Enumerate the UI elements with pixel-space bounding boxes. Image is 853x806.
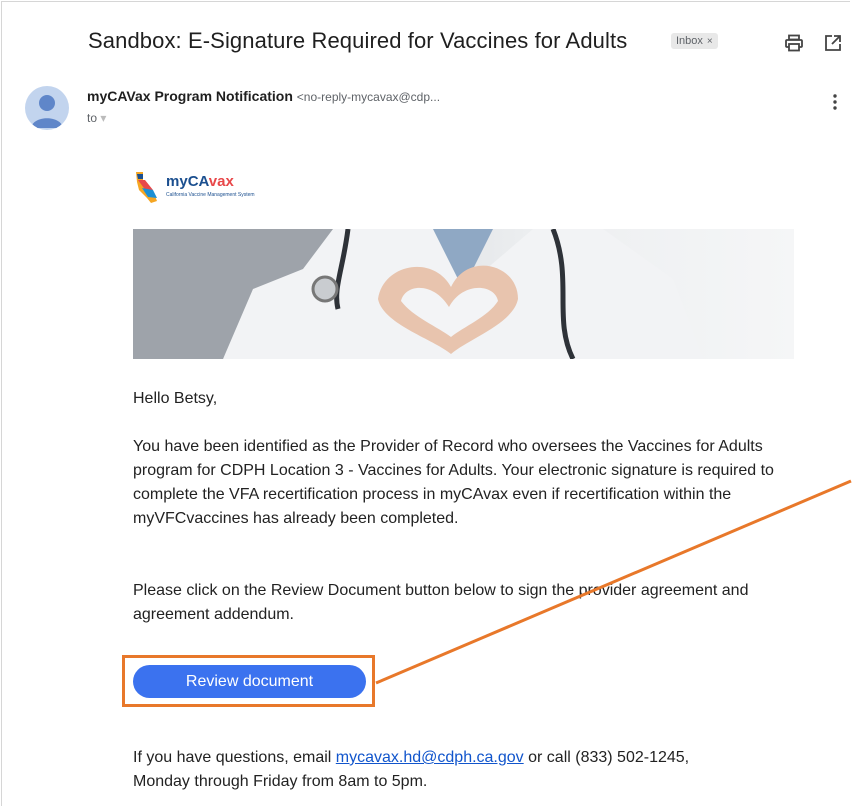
greeting: Hello Betsy, xyxy=(133,390,218,407)
mycavax-logo: myCAvax California Vaccine Management Sy… xyxy=(133,170,283,206)
logo-tagline: California Vaccine Management System xyxy=(166,192,255,198)
sender-line: myCAVax Program Notification <no-reply-m… xyxy=(87,88,440,104)
hero-image-doctor-heart-hands xyxy=(133,229,794,359)
open-in-new-window-icon[interactable] xyxy=(823,33,843,53)
remove-label-icon[interactable]: × xyxy=(707,36,713,47)
more-vert-icon[interactable] xyxy=(827,92,843,112)
inbox-label-chip[interactable]: Inbox × xyxy=(671,33,718,49)
review-document-button[interactable]: Review document xyxy=(133,665,366,698)
contact-hours: Monday through Friday from 8am to 5pm. xyxy=(133,773,428,790)
sender-name[interactable]: myCAVax Program Notification xyxy=(87,88,293,104)
print-icon[interactable] xyxy=(784,33,804,53)
to-label: to xyxy=(87,111,98,125)
logo-wordmark: myCAvax xyxy=(166,173,234,190)
california-logo-icon xyxy=(136,172,157,203)
sender-email: <no-reply-mycavax@cdp... xyxy=(296,90,441,104)
contact-line: If you have questions, email mycavax.hd@… xyxy=(133,746,793,770)
contact-prefix: If you have questions, email xyxy=(133,749,336,766)
email-subject: Sandbox: E-Signature Required for Vaccin… xyxy=(88,28,628,53)
inbox-label-text: Inbox xyxy=(676,35,703,47)
contact-suffix: or call (833) 502-1245, xyxy=(523,749,690,766)
recipient-line[interactable]: to ▾ xyxy=(87,111,106,125)
contact-email-link[interactable]: mycavax.hd@cdph.ca.gov xyxy=(336,749,524,766)
avatar-icon[interactable] xyxy=(25,86,69,130)
body-paragraph-2: Please click on the Review Document butt… xyxy=(133,582,749,623)
body-paragraph-1: You have been identified as the Provider… xyxy=(133,438,774,527)
